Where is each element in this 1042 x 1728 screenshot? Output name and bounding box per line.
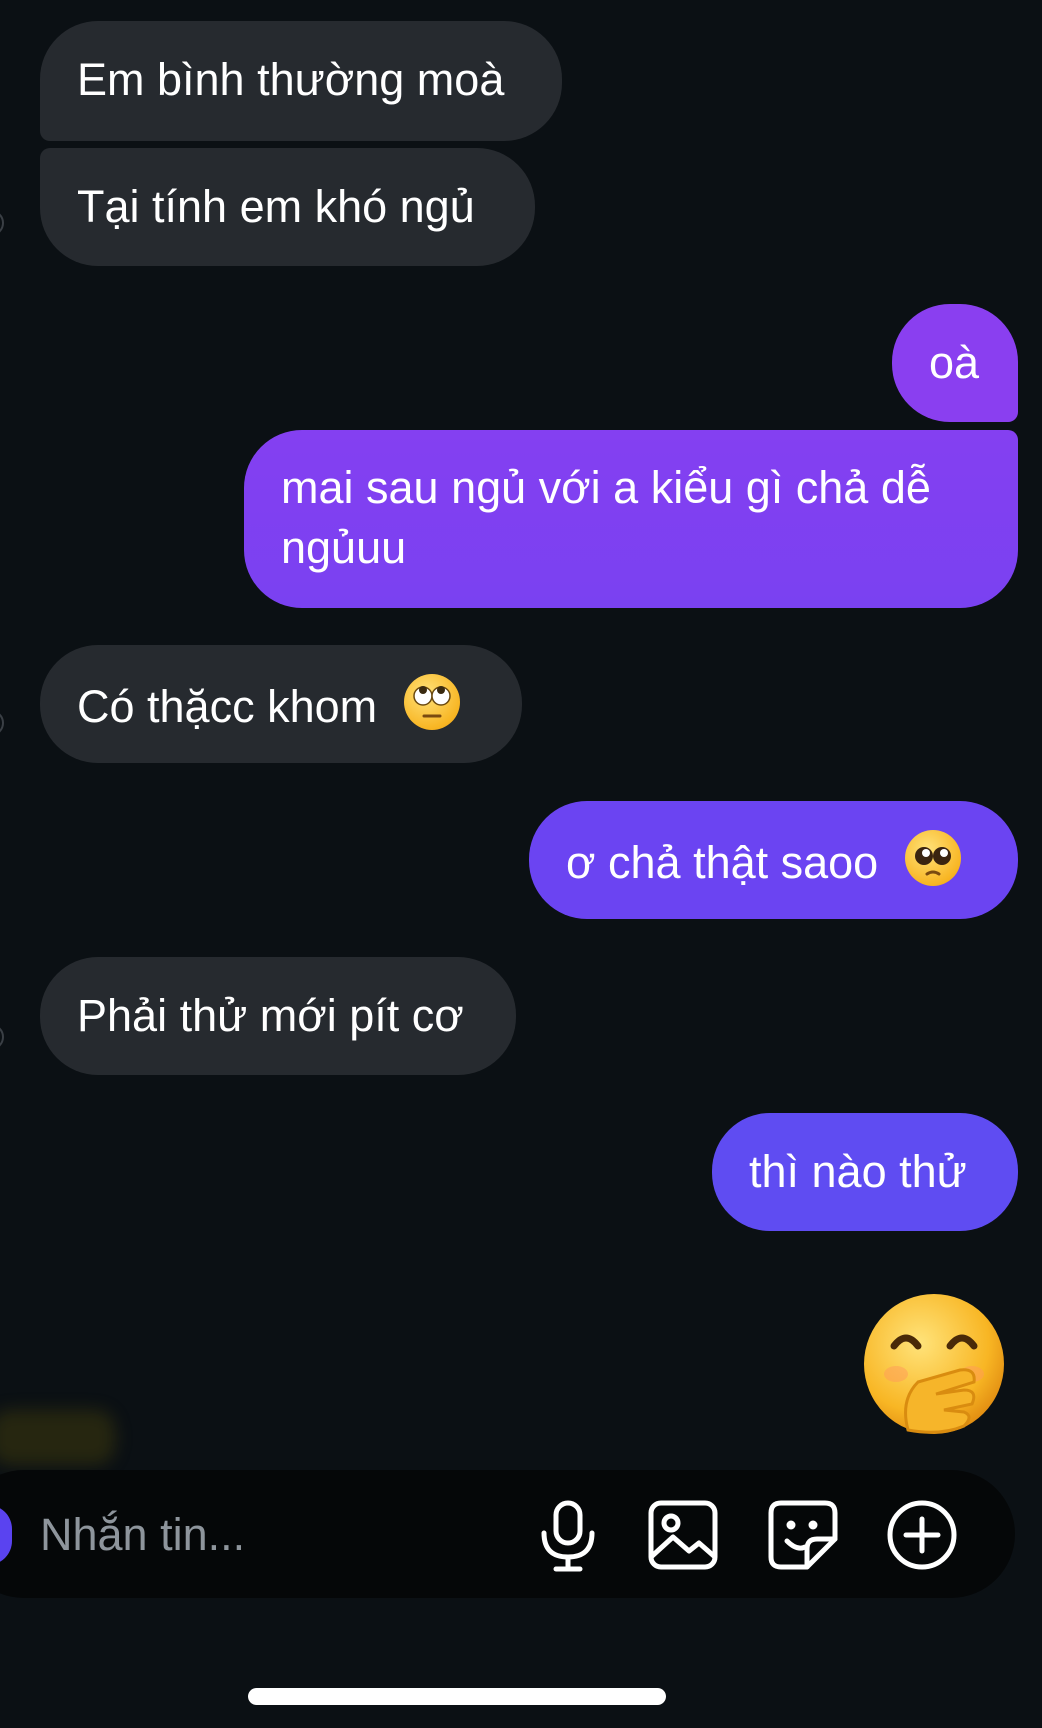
message-text: ơ chả thật saoo [566, 837, 879, 888]
message-text: Phải thử mới pít cơ [77, 990, 464, 1041]
message-text-line: mai sau ngủ với a kiểu gì chả dễ [281, 462, 931, 513]
avatar[interactable] [0, 710, 4, 736]
message-bubble-sent[interactable]: mai sau ngủ với a kiểu gì chả dễ ngủuu [244, 430, 1018, 608]
message-text-line: ngủuu [281, 522, 407, 573]
message-text: Có thặcc khom [77, 681, 378, 732]
message-bubble-received[interactable]: Tại tính em khó ngủ [40, 148, 535, 266]
microphone-icon[interactable] [530, 1497, 606, 1573]
message-bubble-sent[interactable]: ơ chả thật saoo [529, 801, 1018, 919]
avatar[interactable] [0, 1024, 4, 1050]
message-bubble-received[interactable]: Em bình thường moà [40, 21, 562, 141]
message-text: oà [929, 337, 980, 388]
message-bubble-received[interactable]: Có thặcc khom [40, 645, 522, 763]
pleading-face-icon [904, 830, 961, 886]
plus-circle-icon[interactable] [884, 1497, 960, 1573]
home-indicator[interactable] [248, 1688, 666, 1705]
avatar[interactable] [0, 210, 4, 236]
sticker-icon[interactable] [765, 1497, 841, 1573]
message-text: Em bình thường moà [77, 54, 505, 105]
image-icon[interactable] [645, 1497, 721, 1573]
message-text: thì nào thử [749, 1146, 967, 1197]
message-input[interactable] [40, 1505, 500, 1565]
message-bubble-received[interactable]: Phải thử mới pít cơ [40, 957, 516, 1075]
message-bubble-sent[interactable]: thì nào thử [712, 1113, 1018, 1231]
face-with-hand-over-mouth-icon[interactable] [860, 1290, 1008, 1438]
message-text: Tại tính em khó ngủ [77, 181, 475, 232]
face-with-rolling-eyes-icon [403, 674, 460, 730]
message-bubble-sent[interactable]: oà [892, 304, 1018, 422]
smudge [0, 1410, 115, 1465]
